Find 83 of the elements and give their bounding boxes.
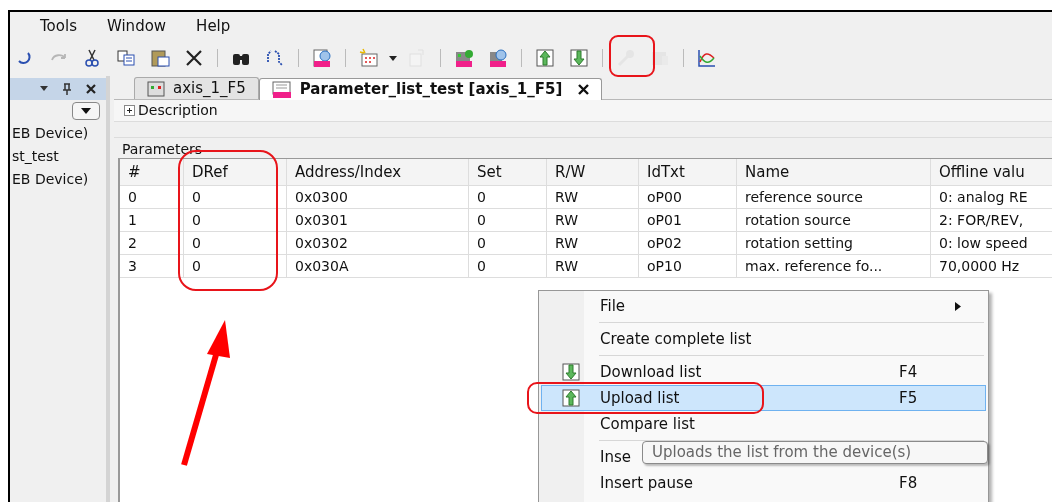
table-cell: 0 bbox=[469, 209, 547, 231]
menu-item[interactable]: Tools bbox=[40, 14, 77, 38]
table-cell: 2 bbox=[120, 232, 184, 254]
table-cell: 3 bbox=[120, 255, 184, 277]
menu-item[interactable]: Window bbox=[106, 14, 167, 38]
tab[interactable]: Parameter_list_test [axis_1_F5] bbox=[258, 78, 603, 100]
table-cell: 0x0302 bbox=[287, 232, 469, 254]
column-header[interactable]: R/W bbox=[547, 159, 639, 185]
menu-item[interactable]: File bbox=[541, 293, 986, 319]
device-search-icon[interactable] bbox=[488, 48, 508, 68]
table-cell: 0 bbox=[184, 186, 287, 208]
upload-icon[interactable] bbox=[535, 48, 555, 68]
table-cell: reference source bbox=[737, 186, 931, 208]
menu-item[interactable]: Create complete list bbox=[541, 326, 986, 352]
table-cell: RW bbox=[547, 232, 639, 254]
column-header[interactable]: DRef bbox=[184, 159, 287, 185]
pin-icon[interactable] bbox=[62, 83, 72, 95]
delete-icon[interactable] bbox=[184, 48, 204, 68]
menu-item[interactable]: Upload list F5 bbox=[541, 385, 986, 411]
submenu-arrow-icon bbox=[955, 301, 961, 311]
column-header[interactable]: # bbox=[120, 159, 184, 185]
list-search-icon[interactable] bbox=[312, 48, 332, 68]
table-cell: oP01 bbox=[639, 209, 737, 231]
table-cell: 0 bbox=[184, 255, 287, 277]
chart-icon[interactable] bbox=[697, 48, 717, 68]
table-cell: 0 bbox=[184, 232, 287, 254]
close-icon[interactable] bbox=[86, 84, 96, 94]
column-header[interactable]: Set bbox=[469, 159, 547, 185]
table-cell: oP02 bbox=[639, 232, 737, 254]
table-cell: 0 bbox=[184, 209, 287, 231]
tab[interactable]: axis_1_F5 bbox=[134, 77, 259, 99]
menu-item[interactable]: Download list F4 bbox=[541, 359, 986, 385]
table-cell: 0 bbox=[469, 255, 547, 277]
scissors-icon[interactable] bbox=[82, 48, 102, 68]
table-cell: 1 bbox=[120, 209, 184, 231]
caret-icon[interactable] bbox=[40, 86, 48, 92]
tree-item[interactable]: EB Device) bbox=[10, 168, 106, 191]
table-cell: RW bbox=[547, 186, 639, 208]
table-cell: 0x0300 bbox=[287, 186, 469, 208]
table-cell: rotation source bbox=[737, 209, 931, 231]
table-cell: RW bbox=[547, 209, 639, 231]
table-cell: oP00 bbox=[639, 186, 737, 208]
close-icon[interactable] bbox=[578, 84, 590, 95]
column-header[interactable]: Address/Index bbox=[287, 159, 469, 185]
table-cell: 2: FOR/REV, bbox=[931, 209, 1052, 231]
menu-item[interactable]: Insert pause F8 bbox=[541, 470, 986, 496]
expand-icon bbox=[124, 105, 135, 116]
dropdown-button[interactable] bbox=[72, 102, 100, 120]
caret-icon bbox=[81, 108, 91, 114]
download-icon[interactable] bbox=[569, 48, 589, 68]
table-cell: 0 bbox=[469, 186, 547, 208]
table-cell: 0: low speed bbox=[931, 232, 1052, 254]
column-header[interactable]: IdTxt bbox=[639, 159, 737, 185]
table-cell: max. reference fo... bbox=[737, 255, 931, 277]
device-add-icon[interactable] bbox=[454, 48, 474, 68]
description-expander[interactable]: Description bbox=[124, 100, 218, 121]
download-icon bbox=[561, 362, 581, 382]
paste-icon[interactable] bbox=[150, 48, 170, 68]
table-cell: 0x0301 bbox=[287, 209, 469, 231]
tree-item[interactable]: st_test bbox=[10, 145, 106, 168]
menu-item[interactable]: Help bbox=[196, 14, 231, 38]
table-cell: oP10 bbox=[639, 255, 737, 277]
copy-icon[interactable] bbox=[116, 48, 136, 68]
replace-icon[interactable] bbox=[265, 48, 285, 68]
table-cell: 70,0000 Hz bbox=[931, 255, 1052, 277]
parameters-label: Parameters bbox=[121, 140, 204, 158]
table-cell: 0x030A bbox=[287, 255, 469, 277]
new-list-icon[interactable] bbox=[359, 48, 379, 68]
column-header[interactable]: Name bbox=[737, 159, 931, 185]
table-cell: RW bbox=[547, 255, 639, 277]
table-cell: rotation setting bbox=[737, 232, 931, 254]
tooltip: Uploads the list from the device(s) bbox=[642, 441, 988, 464]
table-cell: 0 bbox=[469, 232, 547, 254]
table-cell: 0: analog RE bbox=[931, 186, 1052, 208]
highlight-outline bbox=[609, 35, 655, 77]
tree-item[interactable]: EB Device) bbox=[10, 122, 106, 145]
menu-item[interactable]: Compare list bbox=[541, 411, 986, 437]
list-icon bbox=[271, 80, 292, 99]
device-icon bbox=[147, 80, 165, 97]
column-header[interactable]: Offline valu bbox=[931, 159, 1052, 185]
upload-icon bbox=[561, 388, 581, 408]
table-cell: 0 bbox=[120, 186, 184, 208]
caret-icon[interactable] bbox=[389, 55, 397, 61]
